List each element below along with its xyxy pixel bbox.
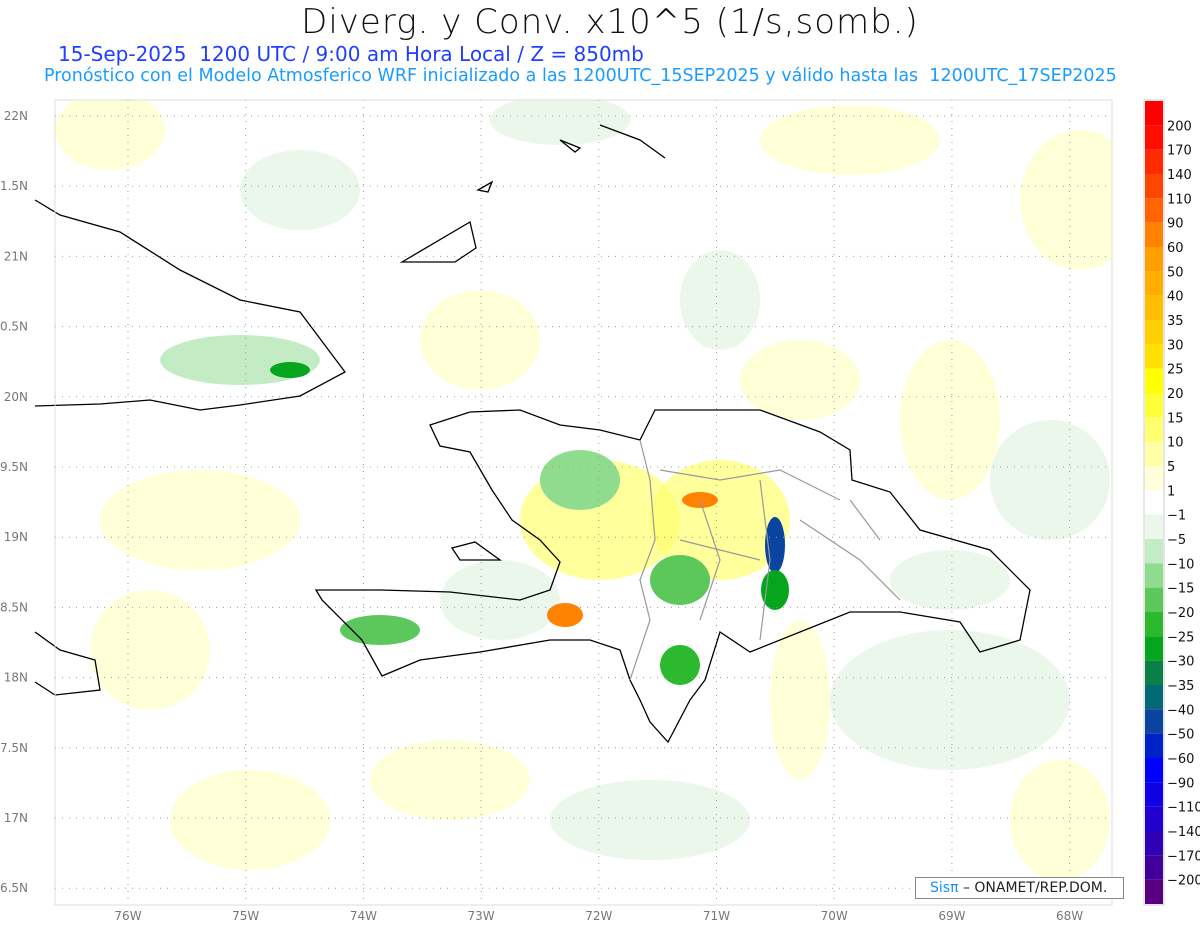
colorbar-label: −200 — [1167, 874, 1200, 889]
colorbar-swatch — [1145, 587, 1163, 612]
colorbar-swatch — [1145, 174, 1163, 199]
colorbar-swatch — [1145, 733, 1163, 758]
colorbar-label: −140 — [1167, 825, 1200, 840]
colorbar-swatch — [1145, 612, 1163, 637]
colorbar-label: −50 — [1167, 728, 1194, 743]
colorbar-swatch — [1145, 636, 1163, 661]
subtitle-model: Pronóstico con el Modelo Atmosferico WRF… — [44, 66, 1117, 86]
colorbar-label: 25 — [1167, 363, 1184, 378]
colorbar-swatch — [1145, 466, 1163, 491]
colorbar-label: 110 — [1167, 192, 1192, 207]
colorbar-label: 140 — [1167, 168, 1192, 183]
lat-label: 1.5N — [0, 179, 28, 193]
lat-label: 20N — [4, 390, 28, 404]
lat-label: 8.5N — [0, 600, 28, 614]
subtitle-time: 15-Sep-2025 1200 UTC / 9:00 am Hora Loca… — [58, 42, 644, 66]
colorbar-label: 10 — [1167, 436, 1184, 451]
colorbar-label: −90 — [1167, 776, 1194, 791]
colorbar-swatch — [1145, 831, 1163, 856]
colorbar-swatch — [1145, 685, 1163, 710]
colorbar-swatch — [1145, 222, 1163, 247]
lat-label: 0.5N — [0, 320, 28, 334]
divergence-map: 76W 75W 74W 73W 72W 71W 70W 69W 68W 22N 1.5N 21N 0.5… — [0, 99, 1200, 923]
lat-label: 19N — [4, 530, 28, 544]
colorbar-swatch — [1145, 879, 1163, 904]
colorbar-swatch — [1145, 247, 1163, 272]
credit-box: Sisπ – ONAMET/REP.DOM. — [915, 877, 1124, 899]
colorbar-label: −10 — [1167, 557, 1194, 572]
colorbar-swatch — [1145, 344, 1163, 369]
colorbar-swatch — [1145, 125, 1163, 150]
colorbar-swatch — [1145, 782, 1163, 807]
credit-text: – ONAMET/REP.DOM. — [958, 880, 1108, 896]
lon-label: 70W — [821, 909, 848, 923]
lon-label: 74W — [350, 909, 377, 923]
colorbar-swatch — [1145, 368, 1163, 393]
colorbar-swatch — [1145, 320, 1163, 345]
colorbar-label: −5 — [1167, 533, 1186, 548]
colorbar-label: 15 — [1167, 411, 1184, 426]
colorbar-label: −40 — [1167, 703, 1194, 718]
colorbar-label: −20 — [1167, 606, 1194, 621]
colorbar-swatch — [1145, 758, 1163, 783]
colorbar: 200 170 140 110 90 60 50 40 35 30 25 20 15 10 5 1 −1 −5 −1… — [1143, 99, 1200, 906]
colorbar-swatch — [1145, 855, 1163, 880]
lat-label: 17N — [4, 811, 28, 825]
colorbar-label: −110 — [1167, 801, 1200, 816]
colorbar-label: −35 — [1167, 679, 1194, 694]
colorbar-label: 35 — [1167, 314, 1184, 329]
lat-label: 7.5N — [0, 741, 28, 755]
colorbar-label: 170 — [1167, 144, 1192, 159]
colorbar-swatch — [1145, 271, 1163, 296]
colorbar-swatch — [1145, 709, 1163, 734]
lon-label: 69W — [938, 909, 965, 923]
lat-label: 18N — [4, 671, 28, 685]
lat-label: 22N — [4, 109, 28, 123]
lat-label: 6.5N — [0, 881, 28, 895]
colorbar-label: 30 — [1167, 338, 1184, 353]
lon-label: 75W — [232, 909, 259, 923]
colorbar-swatch — [1145, 660, 1163, 685]
lon-label: 73W — [468, 909, 495, 923]
lon-label: 72W — [585, 909, 612, 923]
colorbar-label: 5 — [1167, 460, 1175, 475]
chart-title: Diverg. y Conv. x10^5 (1/s,somb.) — [301, 2, 919, 42]
lon-label: 68W — [1056, 909, 1083, 923]
colorbar-label: 50 — [1167, 265, 1184, 280]
colorbar-swatch — [1145, 101, 1163, 126]
colorbar-swatch — [1145, 563, 1163, 588]
colorbar-label: 20 — [1167, 387, 1184, 402]
colorbar-label: 90 — [1167, 217, 1184, 232]
colorbar-label: −1 — [1167, 509, 1186, 524]
lon-label: 71W — [703, 909, 730, 923]
colorbar-label: −15 — [1167, 582, 1194, 597]
colorbar-swatch — [1145, 514, 1163, 539]
colorbar-swatch — [1145, 806, 1163, 831]
lat-label: 9.5N — [0, 460, 28, 474]
credit-brand: Sisπ — [930, 880, 959, 896]
colorbar-label: 1 — [1167, 484, 1175, 499]
colorbar-swatch — [1145, 417, 1163, 442]
colorbar-swatch — [1145, 149, 1163, 174]
colorbar-label: 60 — [1167, 241, 1184, 256]
colorbar-swatch — [1145, 441, 1163, 466]
colorbar-swatch — [1145, 539, 1163, 564]
colorbar-swatch — [1145, 490, 1163, 515]
lon-label: 76W — [114, 909, 141, 923]
colorbar-swatch — [1145, 295, 1163, 320]
colorbar-label: −170 — [1167, 849, 1200, 864]
colorbar-label: 40 — [1167, 290, 1184, 305]
colorbar-label: −60 — [1167, 752, 1194, 767]
colorbar-label: −30 — [1167, 655, 1194, 670]
colorbar-label: 200 — [1167, 119, 1192, 134]
lat-label: 21N — [4, 249, 28, 263]
colorbar-swatch — [1145, 198, 1163, 223]
colorbar-label: −25 — [1167, 630, 1194, 645]
colorbar-swatch — [1145, 393, 1163, 418]
